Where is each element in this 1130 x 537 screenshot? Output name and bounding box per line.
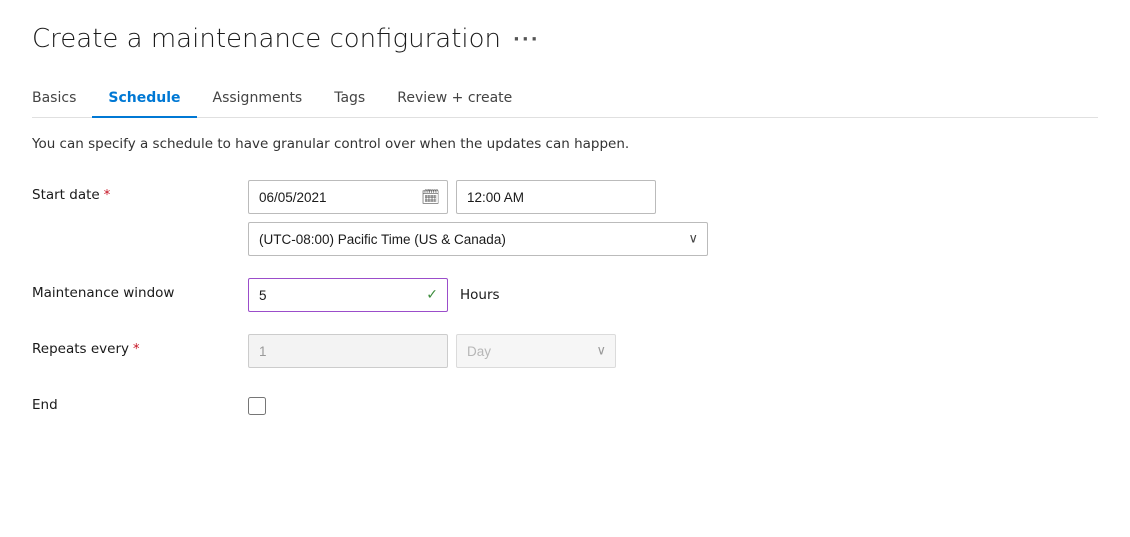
repeats-required-star: * <box>133 342 140 357</box>
maint-input-wrapper: ✓ <box>248 278 448 312</box>
tab-schedule[interactable]: Schedule <box>92 82 196 118</box>
timezone-select[interactable]: (UTC-08:00) Pacific Time (US & Canada) (… <box>248 222 708 256</box>
maintenance-window-input[interactable] <box>248 278 448 312</box>
tab-review-create[interactable]: Review + create <box>381 82 528 118</box>
maintenance-window-unit: Hours <box>460 287 500 303</box>
start-time-input[interactable] <box>456 180 656 214</box>
schedule-description: You can specify a schedule to have granu… <box>32 136 1098 152</box>
check-icon: ✓ <box>426 287 438 303</box>
tab-basics[interactable]: Basics <box>32 82 92 118</box>
start-date-label: Start date * <box>32 180 232 203</box>
repeats-inputs: Day Week Month ∨ <box>248 334 616 368</box>
date-input-wrapper: 🗓 <box>248 180 448 214</box>
end-label: End <box>32 390 232 413</box>
page-header: Create a maintenance configuration ··· <box>32 24 1098 54</box>
end-row: End <box>32 390 932 415</box>
timezone-select-wrapper: (UTC-08:00) Pacific Time (US & Canada) (… <box>248 222 708 256</box>
maintenance-window-row: Maintenance window ✓ Hours <box>32 278 932 312</box>
repeats-every-label: Repeats every * <box>32 334 232 357</box>
tab-assignments[interactable]: Assignments <box>197 82 319 118</box>
end-checkbox[interactable] <box>248 397 266 415</box>
maintenance-window-label: Maintenance window <box>32 278 232 301</box>
maintenance-window-inputs: ✓ Hours <box>248 278 500 312</box>
form-section: Start date * 🗓 (UTC-08:00) Pacific Time … <box>32 180 932 415</box>
start-date-input[interactable] <box>248 180 448 214</box>
date-time-row: 🗓 <box>248 180 932 214</box>
required-star: * <box>104 188 111 203</box>
tab-nav: Basics Schedule Assignments Tags Review … <box>32 82 1098 118</box>
repeats-select-wrapper: Day Week Month ∨ <box>456 334 616 368</box>
repeats-every-row: Repeats every * Day Week Month ∨ <box>32 334 932 368</box>
page-title: Create a maintenance configuration <box>32 24 501 54</box>
start-date-inputs: 🗓 (UTC-08:00) Pacific Time (US & Canada)… <box>248 180 932 256</box>
tab-tags[interactable]: Tags <box>318 82 381 118</box>
repeats-every-input <box>248 334 448 368</box>
start-date-row: Start date * 🗓 (UTC-08:00) Pacific Time … <box>32 180 932 256</box>
more-options-icon[interactable]: ··· <box>513 29 540 50</box>
repeats-every-select[interactable]: Day Week Month <box>456 334 616 368</box>
